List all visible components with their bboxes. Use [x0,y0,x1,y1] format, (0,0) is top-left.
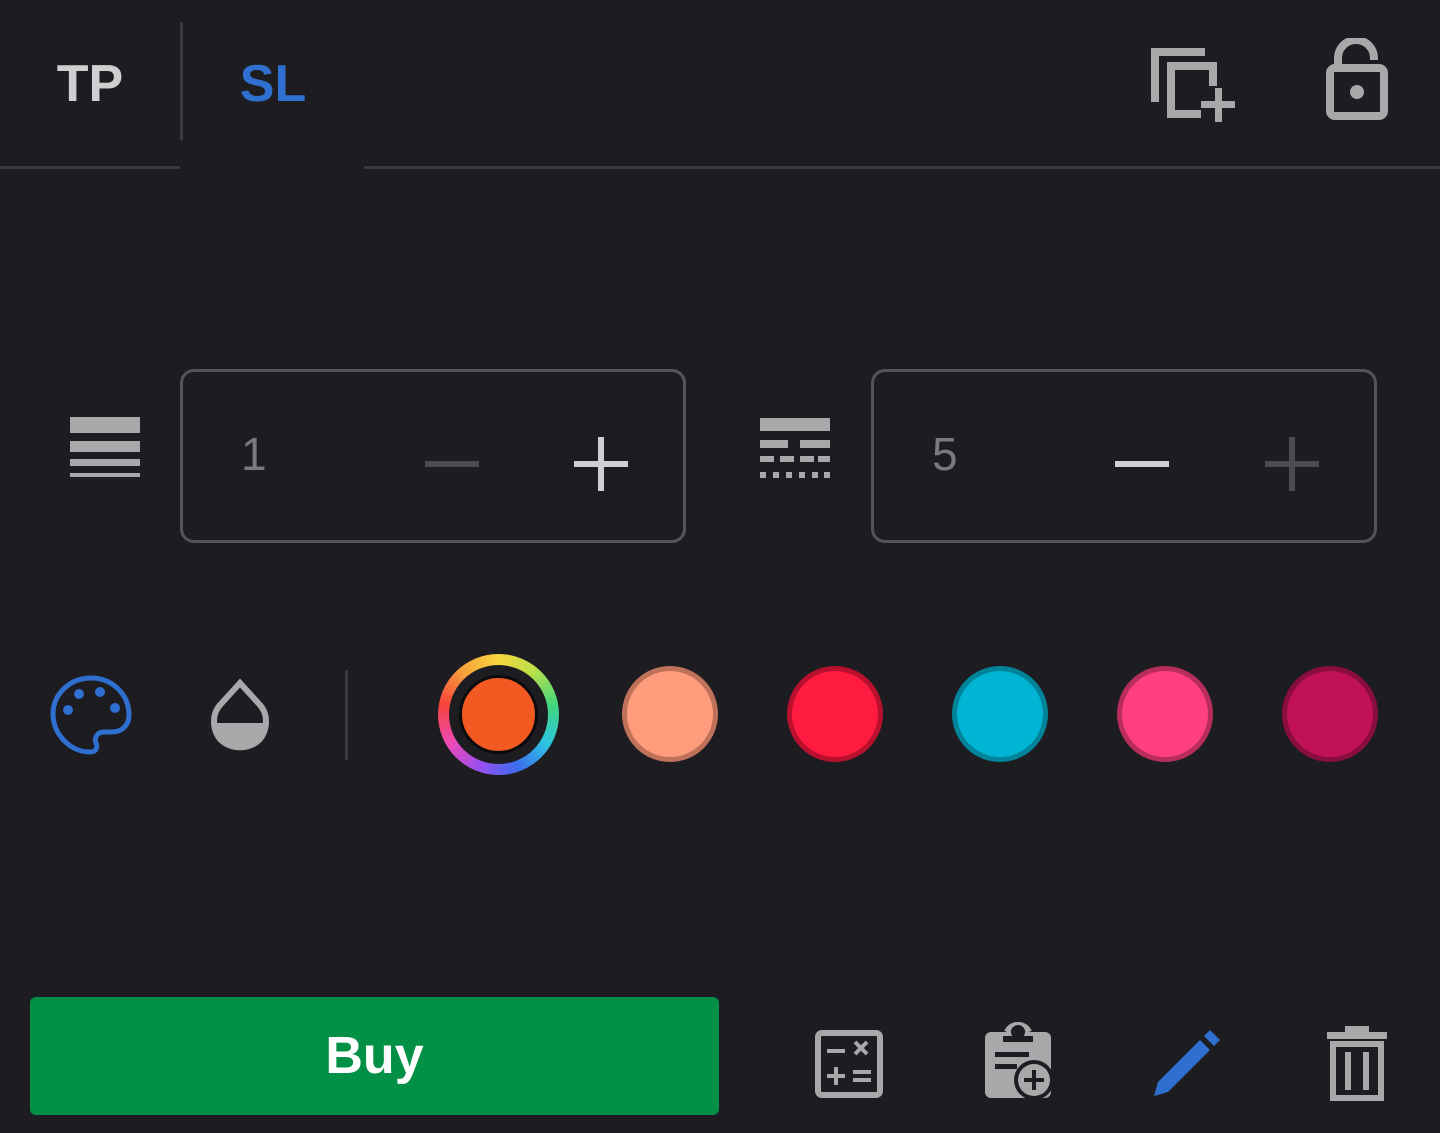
pencil-icon[interactable] [1150,1028,1222,1100]
color-swatch-cyan[interactable] [952,666,1048,762]
tab-sl[interactable]: SL [183,0,363,168]
copy-add-icon[interactable] [1145,40,1235,126]
tab-underline [364,166,1440,169]
color-picker-wheel[interactable] [438,654,559,775]
line-width-value[interactable]: 1 [241,427,267,481]
lock-open-icon[interactable] [1322,36,1390,122]
line-style-stepper: 5 [871,369,1377,543]
clipboard-add-icon[interactable] [983,1021,1057,1102]
color-swatch-pink[interactable] [1117,666,1213,762]
palette-icon[interactable] [50,674,132,756]
line-thickness-icon [70,417,140,481]
color-divider [345,670,348,760]
decrement-button[interactable] [1098,412,1188,502]
color-swatch-peach[interactable] [622,666,718,762]
calculator-icon[interactable] [815,1030,883,1098]
color-swatch-red[interactable] [787,666,883,762]
tab-tp[interactable]: TP [0,0,180,168]
line-style-value[interactable]: 5 [932,427,958,481]
line-style-icon [760,418,830,480]
opacity-icon[interactable] [208,678,272,751]
decrement-button[interactable] [408,412,498,502]
trash-icon[interactable] [1325,1024,1389,1102]
selected-color-swatch [459,675,538,754]
buy-button[interactable]: Buy [30,997,719,1115]
tab-underline [0,166,180,169]
line-width-stepper: 1 [180,369,686,543]
color-swatch-magenta[interactable] [1282,666,1378,762]
increment-button[interactable] [1248,412,1338,502]
increment-button[interactable] [557,412,647,502]
